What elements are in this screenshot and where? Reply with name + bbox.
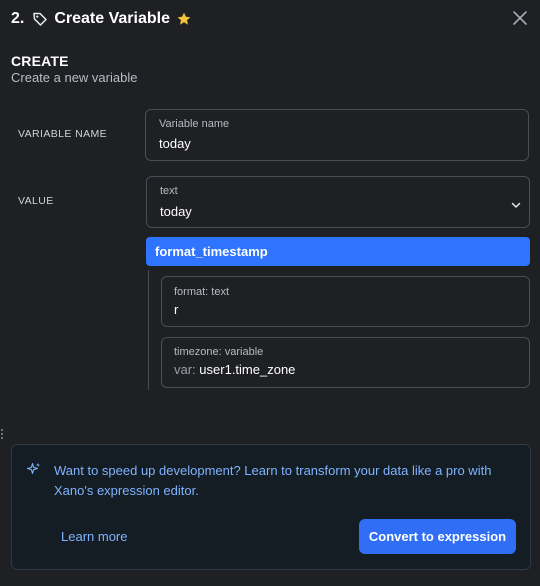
star-icon[interactable]: [177, 12, 191, 26]
filter-args-connector: [148, 270, 149, 390]
sparkle-icon: [27, 462, 41, 475]
var-prefix: var:: [174, 362, 196, 377]
promo-text: Want to speed up development? Learn to t…: [54, 463, 492, 498]
timezone-variable: user1.time_zone: [199, 362, 296, 377]
timezone-arg-value[interactable]: var: user1.time_zone: [174, 362, 295, 377]
value-input[interactable]: today: [160, 204, 192, 219]
timezone-arg-label: timezone: variable: [174, 346, 264, 358]
filter-name: format_timestamp: [155, 244, 268, 259]
close-icon[interactable]: [512, 10, 528, 26]
format-arg-label: format: text: [174, 286, 230, 298]
filter-format-timestamp[interactable]: format_timestamp: [146, 237, 530, 266]
variable-name-field[interactable]: Variable name today: [145, 109, 529, 161]
value-type-label: text: [160, 185, 178, 197]
title-group: 2. Create Variable: [11, 9, 191, 29]
section-title: CREATE: [11, 53, 69, 69]
expression-editor-promo: Want to speed up development? Learn to t…: [11, 444, 531, 570]
learn-more-link[interactable]: Learn more: [61, 529, 127, 544]
panel-header: 2. Create Variable: [0, 0, 540, 38]
create-variable-panel: 2. Create Variable CREATE Create a new v…: [0, 0, 540, 586]
value-row-label: VALUE: [18, 195, 54, 207]
variable-name-value[interactable]: today: [159, 136, 191, 151]
value-type-select[interactable]: text today: [146, 176, 530, 228]
variable-name-row-label: VARIABLE NAME: [18, 128, 108, 140]
step-number: 2.: [11, 10, 25, 27]
section-subtitle: Create a new variable: [11, 70, 138, 85]
tag-icon: [33, 12, 48, 26]
format-arg-field[interactable]: format: text r: [161, 276, 530, 327]
chevron-down-icon[interactable]: [510, 199, 522, 211]
variable-name-field-label: Variable name: [159, 118, 230, 130]
panel-title: Create Variable: [54, 10, 170, 27]
format-arg-value[interactable]: r: [174, 302, 178, 317]
drag-handle-icon[interactable]: [0, 428, 4, 440]
timezone-arg-field[interactable]: timezone: variable var: user1.time_zone: [161, 337, 530, 388]
convert-to-expression-button[interactable]: Convert to expression: [359, 519, 516, 554]
